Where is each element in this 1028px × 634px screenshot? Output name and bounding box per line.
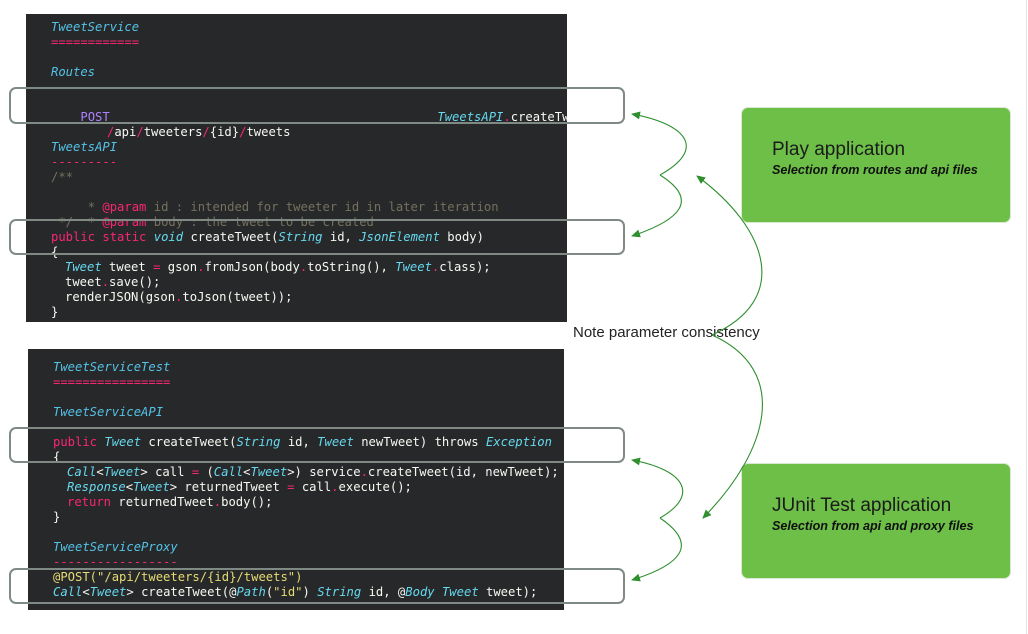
junit-bracket-arrow-bottom bbox=[631, 517, 682, 582]
consistency-arc-arrow-bottom bbox=[702, 334, 763, 519]
junit-bracket-arrow-top bbox=[631, 457, 684, 519]
play-bracket-arrow-bottom bbox=[631, 174, 682, 238]
connector-arrows bbox=[631, 111, 763, 582]
play-bracket-arrow-top bbox=[631, 111, 687, 176]
consistency-arc-arrow-top bbox=[696, 175, 763, 336]
